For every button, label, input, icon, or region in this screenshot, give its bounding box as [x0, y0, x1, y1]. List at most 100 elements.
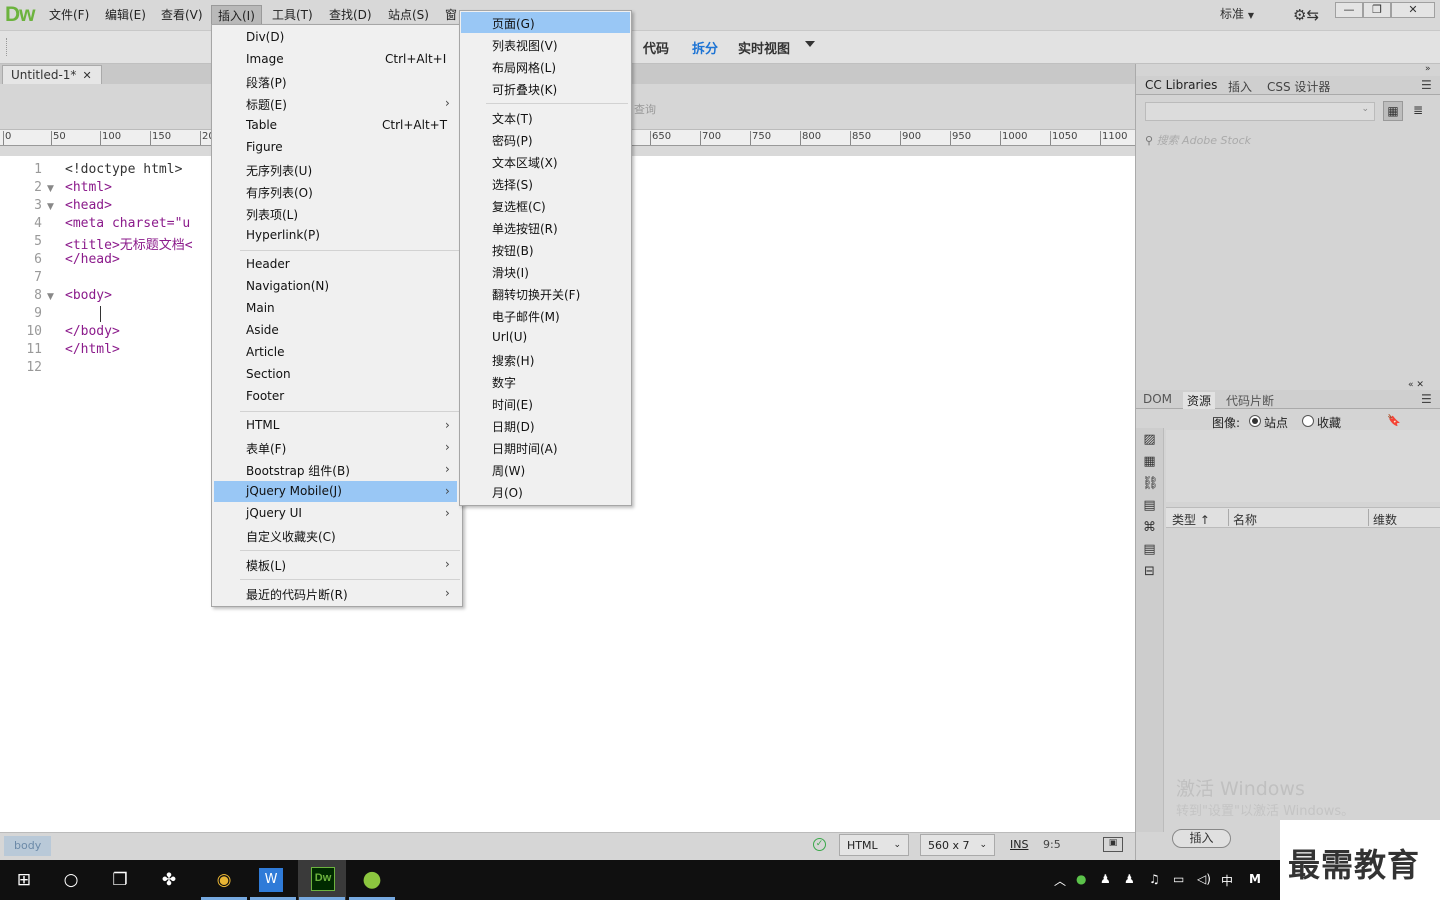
library-select[interactable]: ⌄ [1145, 102, 1375, 121]
submenu-item-collapsible[interactable]: 可折叠块(K) [492, 81, 557, 98]
submenu-item-button[interactable]: 按钮(B) [492, 242, 534, 259]
media-asset-icon[interactable]: ▤ [1142, 498, 1157, 513]
menu-view[interactable]: 查看(V) [161, 6, 203, 23]
tray-expand-icon[interactable]: ︿ [1054, 872, 1066, 889]
submenu-item-flip-switch[interactable]: 翻转切换开关(F) [492, 286, 580, 303]
insert-asset-button[interactable]: 插入 [1172, 829, 1231, 848]
menu-item-hyperlink[interactable]: Hyperlink(P) [246, 228, 320, 242]
green-ball-app-icon[interactable]: ● [358, 866, 386, 894]
submenu-item-checkbox[interactable]: 复选框(C) [492, 198, 546, 215]
menu-item-header[interactable]: Header [246, 257, 290, 271]
menu-item-div[interactable]: Div(D) [246, 30, 284, 44]
menu-item-section[interactable]: Section [246, 367, 291, 381]
submenu-item-text[interactable]: 文本(T) [492, 110, 533, 127]
task-view-icon[interactable]: ❐ [106, 866, 134, 894]
menu-item-article[interactable]: Article [246, 345, 285, 359]
script-asset-icon[interactable]: ⌘ [1142, 520, 1157, 535]
submenu-item-url[interactable]: Url(U) [492, 330, 527, 344]
bookmark-icon[interactable]: 🔖 [1387, 414, 1401, 427]
library-asset-icon[interactable]: ⊟ [1142, 564, 1157, 579]
maximize-button[interactable]: ❐ [1363, 2, 1391, 18]
submenu-item-search[interactable]: 搜索(H) [492, 352, 534, 369]
fold-triangle-icon[interactable]: ▼ [47, 292, 54, 302]
menu-file[interactable]: 文件(F) [49, 6, 89, 23]
column-name[interactable]: 名称 [1233, 511, 1257, 528]
image-asset-icon[interactable]: ▨ [1142, 432, 1157, 447]
color-asset-icon[interactable]: ▦ [1142, 454, 1157, 469]
workspace-switcher[interactable]: 标准 ▼ [1220, 5, 1254, 22]
menu-item-templates[interactable]: 模板(L) [246, 557, 286, 574]
menu-item-paragraph[interactable]: 段落(P) [246, 74, 287, 91]
ime-mode-icon[interactable]: M [1249, 872, 1261, 886]
fold-triangle-icon[interactable]: ▼ [47, 202, 54, 212]
document-tab[interactable]: Untitled-1* ✕ [2, 65, 102, 84]
menu-item-custom-favorites[interactable]: 自定义收藏夹(C) [246, 528, 336, 545]
qq-tray-icon-2[interactable]: ♟ [1124, 872, 1135, 886]
pinwheel-app-icon[interactable]: ✤ [155, 866, 183, 894]
menu-item-jquery-mobile[interactable]: jQuery Mobile(J) [246, 484, 342, 498]
submenu-item-listview[interactable]: 列表视图(V) [492, 37, 558, 54]
word-app-icon[interactable]: W [259, 868, 283, 892]
collapse-panel-icon[interactable]: » [1425, 64, 1431, 74]
view-dropdown-caret-icon[interactable] [805, 41, 815, 47]
stock-search-input[interactable]: ⚲ 搜索 Adobe Stock [1145, 132, 1435, 148]
column-divider[interactable] [1228, 509, 1229, 526]
link-asset-icon[interactable]: ⛓ [1142, 476, 1159, 491]
menu-find[interactable]: 查找(D) [329, 6, 372, 23]
tab-assets[interactable]: 资源 [1183, 392, 1216, 409]
doc-type-select[interactable]: HTML ⌄ [839, 834, 909, 856]
tab-css-designer[interactable]: CSS 设计器 [1267, 78, 1330, 95]
submenu-item-select[interactable]: 选择(S) [492, 176, 533, 193]
list-view-icon[interactable]: ≣ [1408, 101, 1428, 121]
template-asset-icon[interactable]: ▤ [1142, 542, 1157, 557]
tab-cc-libraries[interactable]: CC Libraries [1145, 78, 1217, 92]
grid-view-icon[interactable]: ▦ [1383, 101, 1403, 121]
submenu-item-time[interactable]: 时间(E) [492, 396, 533, 413]
insert-mode-toggle[interactable]: INS [1010, 838, 1028, 851]
radio-favorites[interactable] [1302, 415, 1314, 427]
menu-insert[interactable]: 插入(I) [211, 5, 262, 26]
menu-item-list-item[interactable]: 列表项(L) [246, 206, 298, 223]
menu-item-main[interactable]: Main [246, 301, 275, 315]
submenu-item-date[interactable]: 日期(D) [492, 418, 535, 435]
submenu-item-number[interactable]: 数字 [492, 374, 516, 391]
radio-site[interactable] [1249, 415, 1261, 427]
menu-item-table[interactable]: Table [246, 118, 277, 132]
menu-item-bootstrap[interactable]: Bootstrap 组件(B) [246, 462, 350, 479]
menu-item-heading[interactable]: 标题(E) [246, 96, 287, 113]
tab-insert[interactable]: 插入 [1228, 78, 1252, 95]
menu-item-jquery-ui[interactable]: jQuery UI [246, 506, 302, 520]
start-windows-icon[interactable]: ⊞ [10, 866, 38, 894]
wechat-tray-icon[interactable]: ● [1076, 872, 1086, 886]
column-type[interactable]: 类型 ↑ [1172, 511, 1210, 528]
menu-item-figure[interactable]: Figure [246, 140, 283, 154]
fold-triangle-icon[interactable]: ▼ [47, 184, 54, 194]
menu-item-form[interactable]: 表单(F) [246, 440, 286, 457]
menu-item-unordered-list[interactable]: 无序列表(U) [246, 162, 312, 179]
toolbar-grip[interactable] [6, 38, 8, 56]
submenu-item-textarea[interactable]: 文本区域(X) [492, 154, 558, 171]
tag-selector-body[interactable]: body [4, 836, 52, 856]
qq-tray-icon[interactable]: ♟ [1100, 872, 1111, 886]
submenu-item-month[interactable]: 月(O) [492, 484, 523, 501]
chrome-browser-icon[interactable]: ◉ [210, 866, 238, 894]
menu-item-aside[interactable]: Aside [246, 323, 279, 337]
volume-icon[interactable]: ◁) [1197, 872, 1211, 886]
submenu-item-slider[interactable]: 滑块(I) [492, 264, 529, 281]
menu-edit[interactable]: 编辑(E) [105, 6, 146, 23]
submenu-item-email[interactable]: 电子邮件(M) [492, 308, 560, 325]
panel-controls-icon[interactable]: « ✕ [1408, 380, 1424, 390]
dreamweaver-app-icon[interactable]: Dw [311, 867, 335, 891]
window-size-select[interactable]: 560 x 7 ⌄ [920, 834, 995, 856]
network-icon[interactable]: ▭ [1173, 872, 1184, 886]
menu-window[interactable]: 窗 [445, 6, 457, 23]
menu-tools[interactable]: 工具(T) [272, 6, 313, 23]
menu-item-navigation[interactable]: Navigation(N) [246, 279, 329, 293]
tab-snippets[interactable]: 代码片断 [1226, 392, 1274, 409]
notification-bell-icon[interactable]: ♫ [1149, 872, 1160, 886]
menu-item-ordered-list[interactable]: 有序列表(O) [246, 184, 313, 201]
preview-browser-icon[interactable]: ▣ [1103, 837, 1123, 852]
submenu-item-datetime[interactable]: 日期时间(A) [492, 440, 558, 457]
minimize-button[interactable]: — [1335, 2, 1363, 18]
sync-settings-gear-icon[interactable]: ⚙⇆ [1293, 6, 1319, 24]
